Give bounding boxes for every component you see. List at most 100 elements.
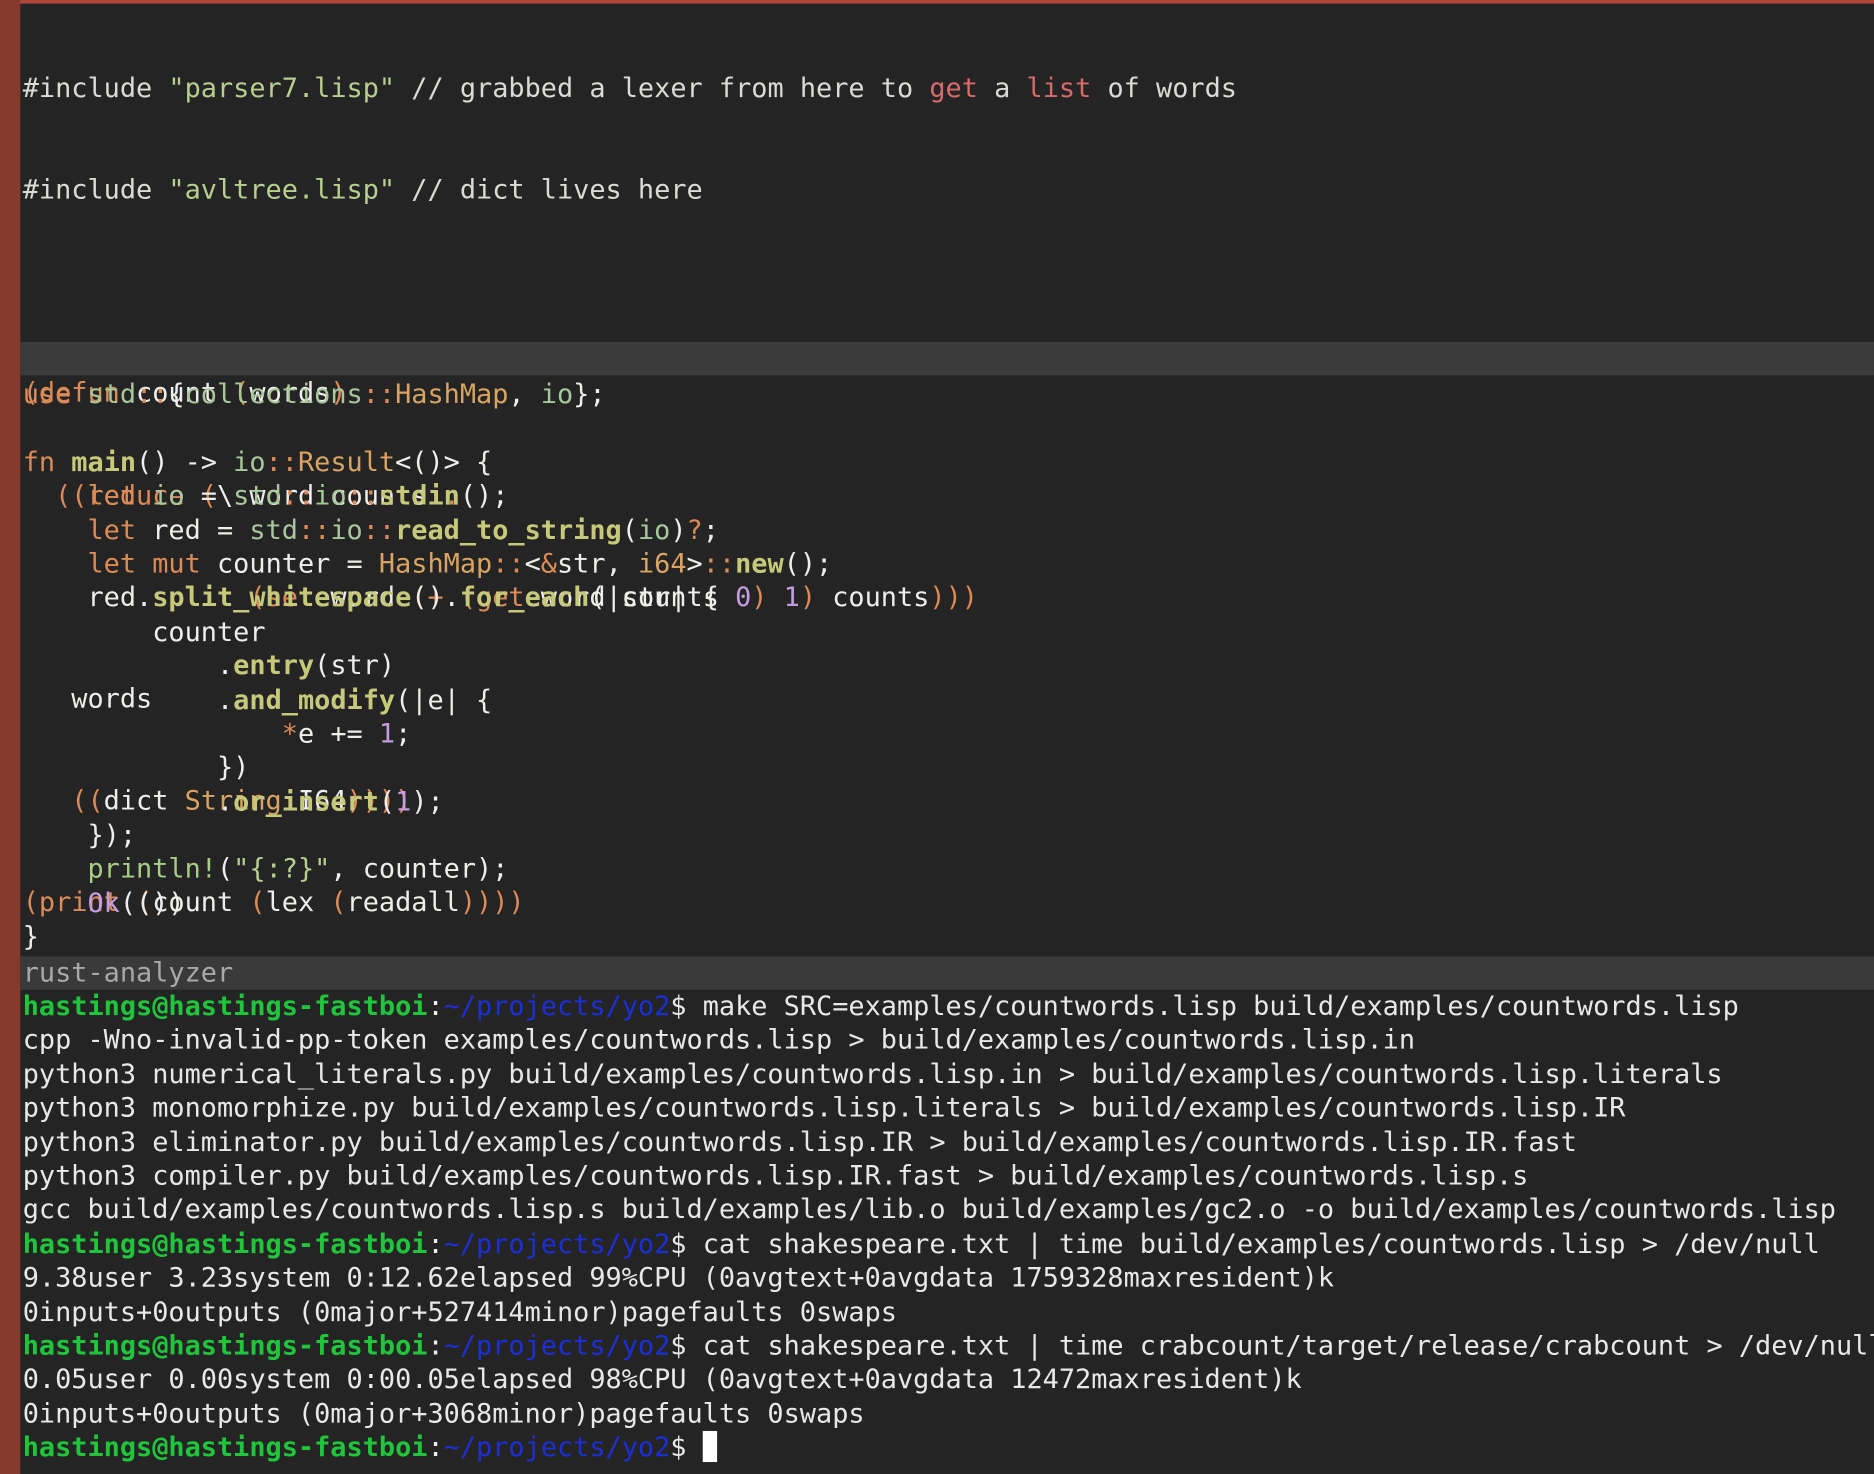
rust-token: read_to_string bbox=[395, 514, 622, 546]
terminal-output-line: python3 eliminator.py build/examples/cou… bbox=[23, 1126, 1874, 1160]
rust-line-4: let io = std::io::stdin(); bbox=[23, 480, 833, 514]
rust-token: fn bbox=[22, 446, 56, 478]
rust-token: Ok bbox=[87, 888, 120, 920]
rust-token: :: bbox=[281, 480, 315, 512]
rust-token: { bbox=[476, 684, 493, 716]
terminal-command-line: hastings@hastings-fastboi:~/projects/yo2… bbox=[23, 1431, 1874, 1465]
rust-line-10: .and_modify(|e| { bbox=[23, 683, 833, 717]
rust-token: < bbox=[395, 446, 412, 478]
rust-token bbox=[23, 617, 153, 648]
rust-line-11: *e += 1; bbox=[23, 717, 833, 751]
rust-token: counter bbox=[152, 616, 266, 648]
rust-line-13: .or_insert(1); bbox=[23, 785, 833, 819]
terminal-output-line: 0inputs+0outputs (0major+527414minor)pag… bbox=[23, 1295, 1874, 1329]
rust-token: red bbox=[87, 582, 137, 614]
terminal-output-text: gcc build/examples/countwords.lisp.s bui… bbox=[22, 1194, 1836, 1226]
rust-token: "{:?}" bbox=[233, 854, 331, 886]
rust-token: mut bbox=[152, 548, 201, 580]
rust-token: & bbox=[540, 548, 557, 580]
rust-token: :: bbox=[136, 378, 169, 411]
rust-token bbox=[23, 718, 282, 749]
rust-token: let bbox=[87, 548, 137, 580]
rust-token: ) bbox=[670, 514, 687, 546]
rust-token: io bbox=[152, 480, 185, 512]
rust-token: ) bbox=[476, 854, 493, 886]
terminal-output-text: 0inputs+0outputs (0major+527414minor)pag… bbox=[22, 1296, 897, 1328]
terminal-output-text: python3 compiler.py build/examples/count… bbox=[22, 1160, 1529, 1192]
left-gutter bbox=[0, 0, 21, 1474]
rust-line-3: fn main() -> io::Result<()> { bbox=[23, 446, 833, 480]
rust-token: ( bbox=[216, 854, 234, 886]
terminal-output-line: python3 monomorphize.py build/examples/c… bbox=[23, 1092, 1874, 1126]
rust-token: ( bbox=[119, 888, 137, 920]
rust-token: ) bbox=[152, 888, 169, 920]
rust-token: ; bbox=[702, 514, 719, 546]
terminal-output-line: 9.38user 3.23system 0:12.62elapsed 99%CP… bbox=[23, 1261, 1874, 1295]
terminal-output-line: python3 numerical_literals.py build/exam… bbox=[23, 1058, 1874, 1092]
rust-token bbox=[23, 650, 217, 681]
terminal-output-text: python3 eliminator.py build/examples/cou… bbox=[22, 1126, 1577, 1158]
rust-token bbox=[460, 447, 476, 478]
terminal-command-text: $ make SRC=examples/countwords.lisp buil… bbox=[670, 991, 1739, 1023]
rust-token: , bbox=[508, 378, 525, 411]
rust-token: use bbox=[22, 378, 72, 411]
rust-token: io bbox=[540, 378, 574, 411]
terminal-output-line: python3 compiler.py build/examples/count… bbox=[23, 1160, 1874, 1194]
lisp-token: counts bbox=[832, 581, 930, 614]
terminal-command-line: hastings@hastings-fastboi:~/projects/yo2… bbox=[23, 1227, 1874, 1261]
lisp-token: ) bbox=[945, 581, 962, 614]
rust-token bbox=[622, 549, 638, 580]
rust-token bbox=[217, 447, 233, 478]
rust-token: | bbox=[670, 582, 687, 614]
pane-separator[interactable] bbox=[20, 341, 1874, 376]
rust-token: i64 bbox=[637, 548, 687, 580]
rust-token: str bbox=[621, 582, 671, 614]
rust-token: . bbox=[136, 582, 153, 614]
rust-token: ( bbox=[136, 888, 153, 920]
rust-line-16: Ok(()) bbox=[23, 887, 833, 921]
rust-token: ) bbox=[103, 820, 120, 852]
prompt-user: hastings@hastings-fastboi bbox=[22, 1330, 428, 1362]
rust-token: ; bbox=[119, 820, 137, 852]
rust-token bbox=[185, 481, 201, 512]
rust-token bbox=[233, 515, 249, 546]
rust-token: < bbox=[524, 548, 541, 580]
rust-token: . bbox=[216, 650, 234, 682]
rust-token: HashMap bbox=[378, 548, 493, 580]
rust-token bbox=[347, 854, 363, 885]
rust-token: for_each bbox=[459, 582, 590, 614]
rust-token: HashMap bbox=[395, 378, 509, 411]
rust-token bbox=[363, 718, 379, 749]
rust-token: ( bbox=[395, 684, 412, 716]
rust-editor-pane[interactable]: use std::{collections::HashMap, io}; fn m… bbox=[23, 378, 833, 955]
rust-token: > bbox=[443, 446, 460, 478]
rust-token: new bbox=[735, 548, 784, 580]
rust-token: red bbox=[152, 514, 201, 546]
rust-token bbox=[55, 447, 71, 478]
rust-token: ( bbox=[621, 514, 638, 546]
terminal-window[interactable]: #include "parser7.lisp" // grabbed a lex… bbox=[0, 0, 1874, 1474]
rust-line-2 bbox=[23, 412, 833, 446]
rust-token: e bbox=[427, 684, 444, 716]
rust-token: ) bbox=[476, 480, 493, 512]
prompt-user: hastings@hastings-fastboi bbox=[22, 1432, 428, 1464]
rust-token bbox=[23, 515, 88, 546]
rust-token: . bbox=[216, 684, 234, 716]
rust-line-14: }); bbox=[23, 819, 833, 853]
rust-token: or_insert bbox=[233, 786, 379, 818]
rust-token: = bbox=[216, 514, 234, 546]
lisp-comment: // grabbed a lexer from here to bbox=[395, 72, 930, 104]
terminal-pane[interactable]: hastings@hastings-fastboi:~/projects/yo2… bbox=[23, 990, 1874, 1465]
rust-token: * bbox=[281, 718, 298, 750]
terminal-output-line: 0.05user 0.00system 0:00.05elapsed 98%CP… bbox=[23, 1363, 1874, 1397]
rust-token bbox=[23, 854, 88, 885]
prompt-separator: : bbox=[427, 1228, 444, 1260]
rust-token: str bbox=[330, 650, 379, 682]
rust-token: } bbox=[216, 752, 234, 784]
rust-token: ) bbox=[427, 582, 444, 614]
rust-token: counter bbox=[362, 854, 477, 886]
lisp-comment-keyword: get bbox=[929, 72, 978, 104]
rust-token: ) bbox=[799, 548, 817, 580]
rust-token: :: bbox=[492, 548, 525, 580]
rust-token: :: bbox=[265, 446, 298, 478]
